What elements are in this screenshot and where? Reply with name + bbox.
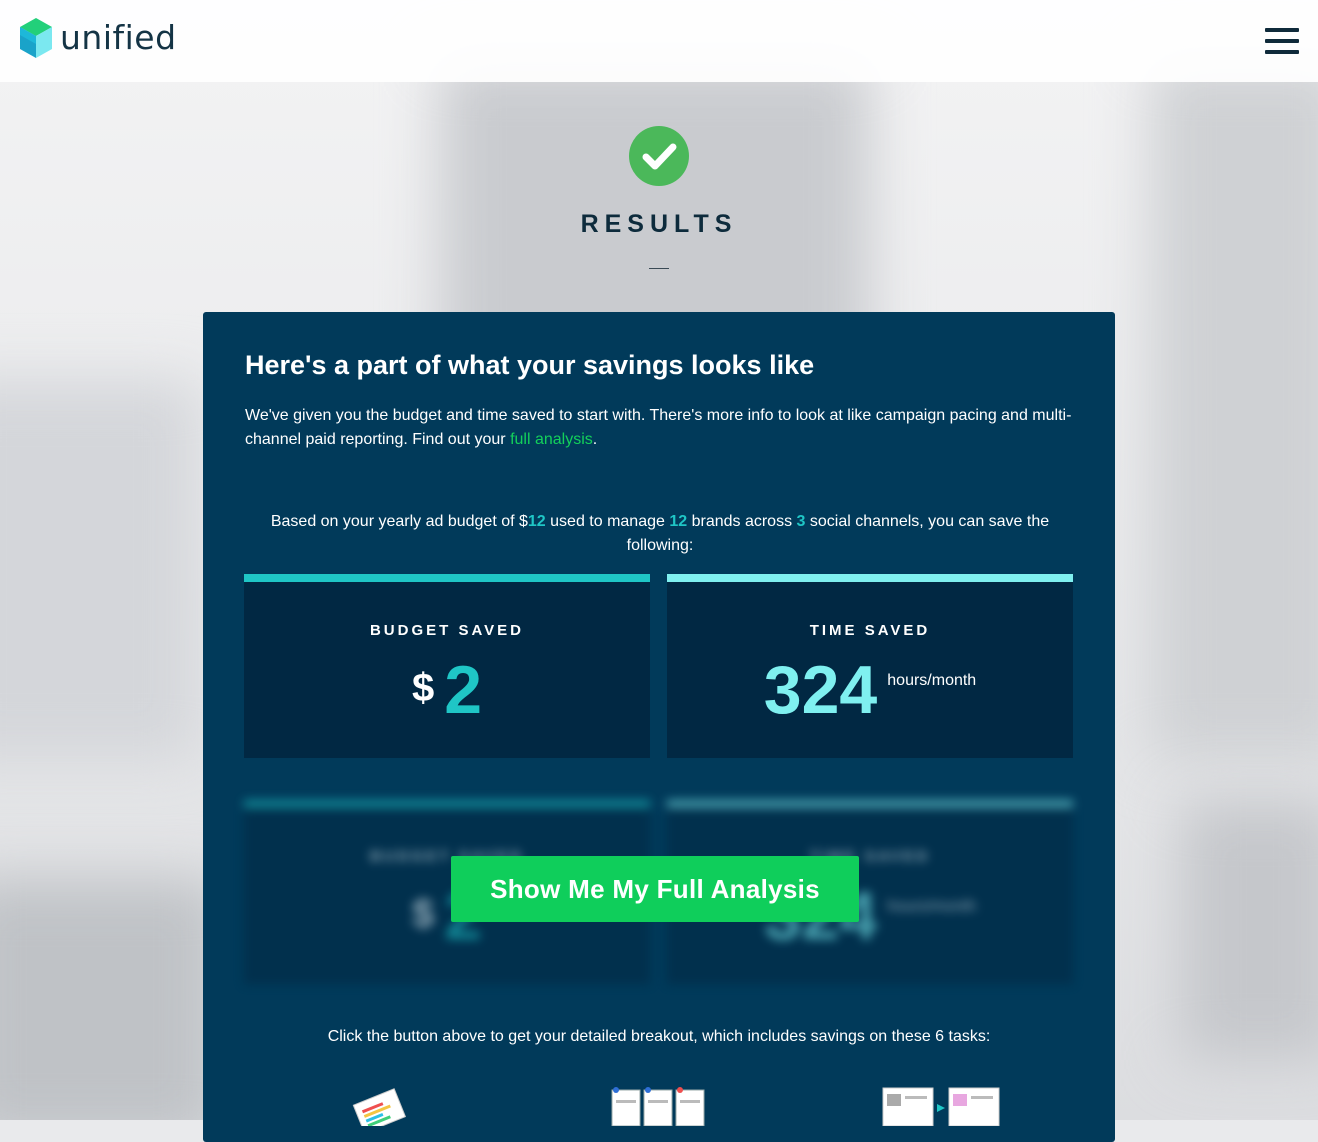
show-full-analysis-button[interactable]: Show Me My Full Analysis [451, 856, 859, 922]
tasks-description: Click the button above to get your detai… [327, 1028, 991, 1045]
budget-saved-label: BUDGET SAVED [369, 622, 525, 639]
blurred-unit: hours/month [887, 898, 977, 915]
basis-text-3: brands across [687, 513, 797, 530]
blurred-currency: $ [411, 892, 435, 936]
time-saved-card: TIME SAVED 324 hours/month [667, 574, 1073, 758]
budget-amount: 12 [527, 513, 546, 530]
budget-basis-text: Based on your yearly ad budget of $12 us… [245, 510, 1075, 558]
unified-logo[interactable]: unified [18, 18, 177, 58]
intro-end: . [592, 431, 598, 448]
report-card-icon [352, 1088, 407, 1126]
currency-symbol: $ [411, 666, 435, 710]
cube-logo-icon [20, 18, 52, 58]
calendar-grid-icon [611, 1087, 705, 1126]
hamburger-menu-icon[interactable] [1265, 28, 1299, 54]
brands-count: 12 [669, 513, 688, 530]
layout-preview-icon [882, 1087, 1000, 1126]
savings-heading: Here's a part of what your savings looks… [245, 350, 815, 380]
page-title: RESULTS [580, 210, 738, 238]
intro-text: We've given you the budget and time save… [245, 407, 1072, 448]
budget-saved-value: 2 [444, 652, 483, 728]
card-accent-bar [244, 574, 650, 582]
basis-text-1: Based on your yearly ad budget of $ [270, 513, 528, 530]
time-value-row: 324 hours/month [667, 652, 1073, 728]
intro-paragraph: We've given you the budget and time save… [245, 404, 1085, 452]
time-saved-value: 324 [763, 652, 878, 728]
time-unit: hours/month [887, 672, 977, 689]
full-analysis-link[interactable]: full analysis [510, 431, 593, 448]
basis-text-2: used to manage [545, 513, 670, 530]
budget-saved-card: BUDGET SAVED $ 2 [244, 574, 650, 758]
budget-value-row: $ 2 [244, 652, 650, 728]
card-accent-bar [667, 574, 1073, 582]
top-navigation: unified [0, 0, 1318, 82]
logo-wordmark: unified [60, 18, 177, 57]
check-circle-icon [629, 126, 689, 186]
time-saved-label: TIME SAVED [809, 622, 931, 639]
results-panel: Here's a part of what your savings looks… [203, 312, 1115, 1142]
title-divider [649, 268, 669, 269]
